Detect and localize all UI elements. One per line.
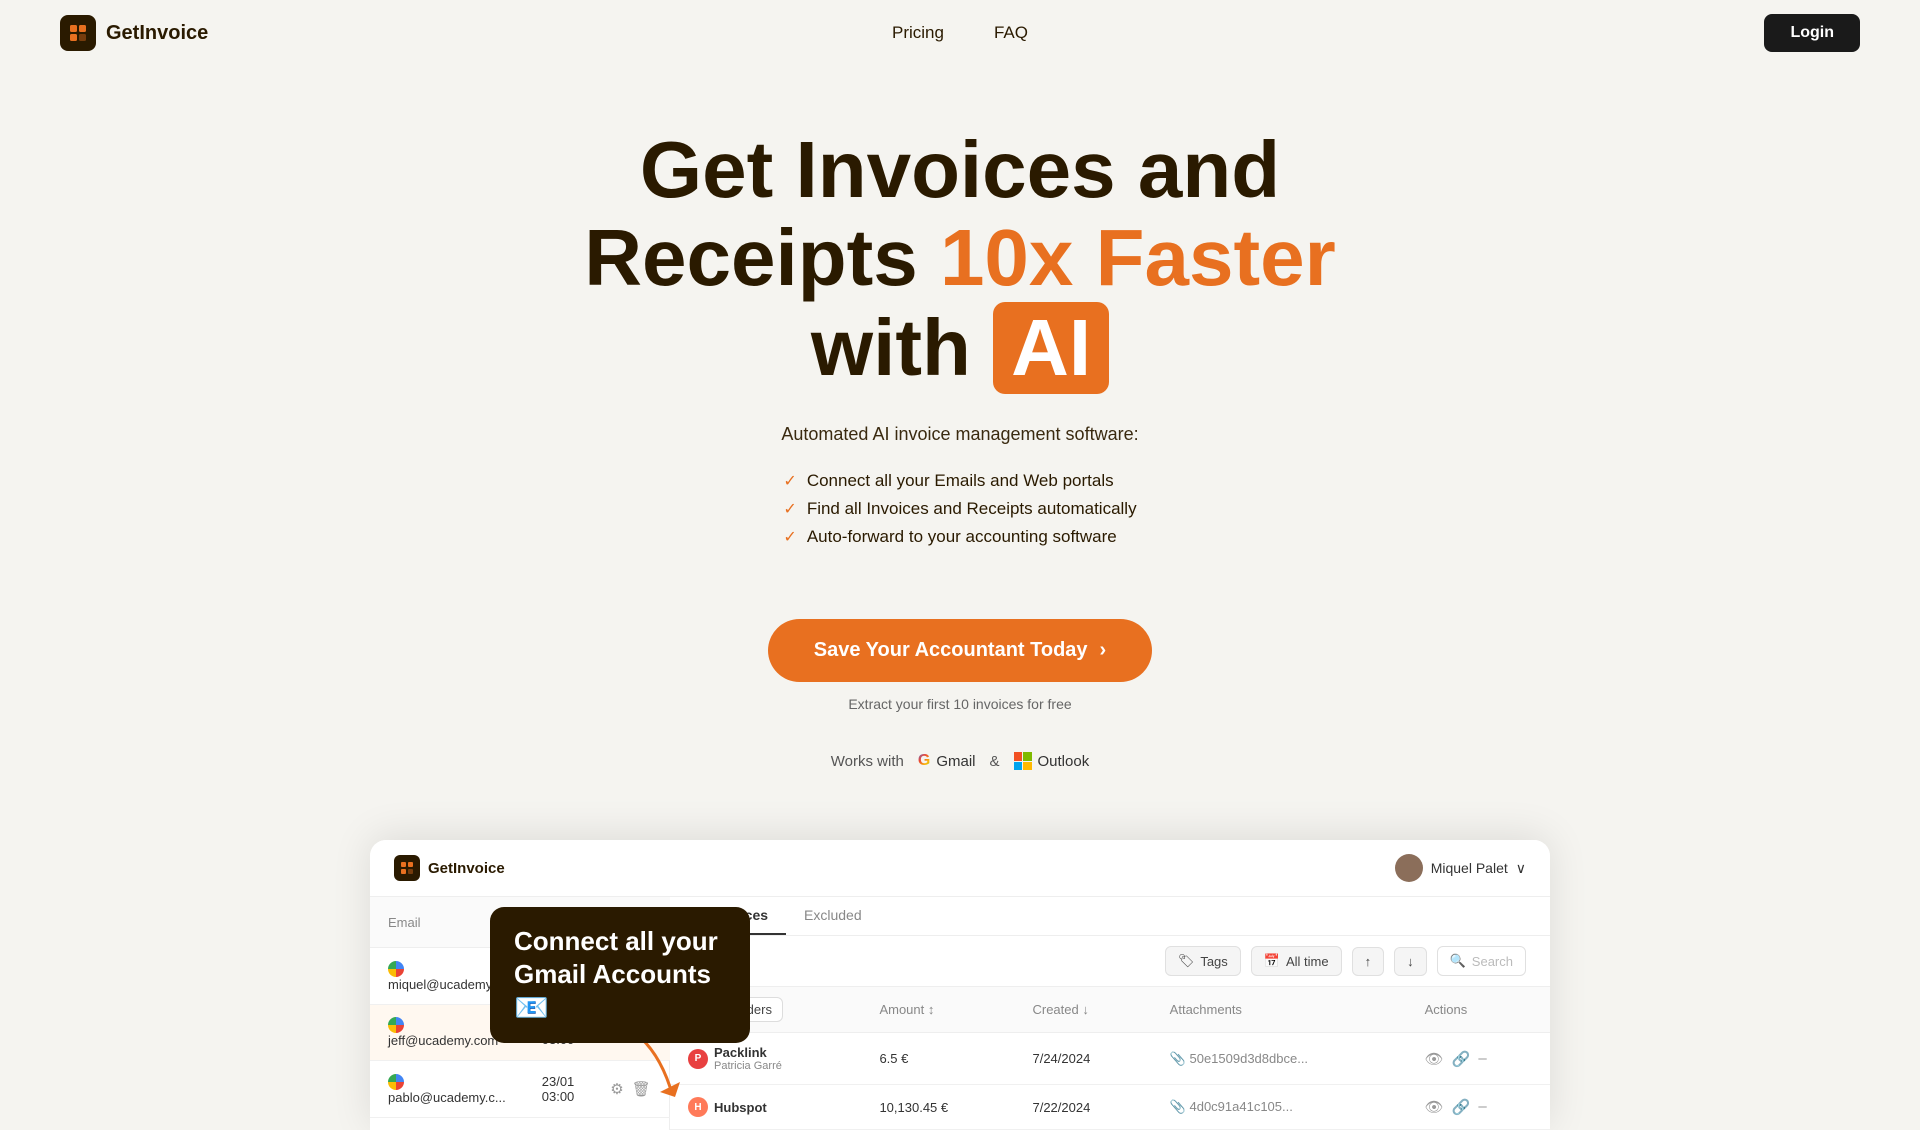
ai-badge: AI — [993, 302, 1109, 394]
actions-col-header: Actions — [1407, 987, 1550, 1033]
app-header: GetInvoice Miquel Palet ∨ — [370, 840, 1550, 897]
works-with-label: Works with — [831, 753, 904, 770]
time-filter-button[interactable]: 📅 All time — [1251, 946, 1342, 976]
amount-col-header: Amount ↕ — [861, 987, 1014, 1033]
app-preview: GetInvoice Miquel Palet ∨ Connect all yo… — [370, 840, 1550, 1130]
outlook-icon — [1014, 752, 1032, 770]
remove-icon[interactable]: – — [1478, 1098, 1486, 1116]
search-icon: 🔍 — [1450, 953, 1466, 969]
outlook-badge: Outlook — [1014, 752, 1090, 770]
download-button[interactable]: ↓ — [1394, 947, 1427, 976]
calendar-icon: 📅 — [1264, 953, 1280, 969]
invoice-table: All Providers Amount ↕ Created ↓ Attachm… — [670, 987, 1550, 1130]
tag-icon: 🏷 — [1178, 953, 1195, 969]
hero-section: Get Invoices and Receipts 10x Faster wit… — [0, 66, 1920, 840]
table-toolbar: 🏷 Tags 📅 All time ↑ ↓ — [670, 936, 1550, 987]
hubspot-icon: H — [688, 1097, 708, 1117]
nav-link-faq[interactable]: FAQ — [994, 23, 1028, 43]
view-icon[interactable]: 👁 — [1425, 1050, 1444, 1068]
user-name: Miquel Palet — [1431, 860, 1508, 876]
user-avatar — [1395, 854, 1423, 882]
attachments-col-header: Attachments — [1152, 987, 1407, 1033]
view-icon[interactable]: 👁 — [1425, 1098, 1444, 1116]
check-icon-2: ✓ — [783, 499, 796, 519]
link-icon[interactable]: 🔗 — [1452, 1050, 1471, 1068]
gmail-tooltip: Connect all your Gmail Accounts 📧 — [490, 907, 750, 1043]
feature-item-3: ✓ Auto-forward to your accounting softwa… — [783, 527, 1136, 547]
app-logo-icon — [394, 855, 420, 881]
download-icon: ↓ — [1407, 954, 1414, 969]
logo: GetInvoice — [60, 15, 208, 51]
table-row: H Hubspot 10,130.45 € 7/22/2024 � — [670, 1085, 1550, 1130]
gmail-badge: G Gmail — [918, 752, 976, 770]
delete-icon[interactable]: 🗑 — [632, 1080, 651, 1098]
hero-headline: Get Invoices and Receipts 10x Faster wit… — [510, 126, 1410, 394]
feature-item-2: ✓ Find all Invoices and Receipts automat… — [783, 499, 1136, 519]
chevron-down-icon: ∨ — [1516, 860, 1526, 877]
table-row: pablo@ucademy.c... 23/01 03:00 ⚙ 🗑 — [370, 1061, 671, 1118]
google-icon — [388, 1074, 404, 1090]
google-icon — [388, 1017, 404, 1033]
logo-icon — [60, 15, 96, 51]
envelope-icon: 📧 — [514, 992, 549, 1023]
app-logo: GetInvoice — [394, 855, 505, 881]
feature-item-1: ✓ Connect all your Emails and Web portal… — [783, 471, 1136, 491]
email-cell: pablo@ucademy.c... — [370, 1061, 524, 1118]
link-icon[interactable]: 🔗 — [1452, 1098, 1471, 1116]
search-box: 🔍 Search — [1437, 946, 1526, 976]
feature-list: ✓ Connect all your Emails and Web portal… — [783, 463, 1136, 555]
table-tabs: Invoices Excluded — [670, 897, 1550, 936]
tags-button[interactable]: 🏷 Tags — [1165, 946, 1241, 976]
hero-subtitle: Automated AI invoice management software… — [710, 424, 1210, 445]
export-button[interactable]: ↑ — [1352, 947, 1385, 976]
nav-link-pricing[interactable]: Pricing — [892, 23, 944, 43]
tab-excluded[interactable]: Excluded — [786, 897, 880, 935]
remove-icon[interactable]: – — [1478, 1050, 1486, 1068]
app-user: Miquel Palet ∨ — [1395, 854, 1526, 882]
upload-icon: ↑ — [1365, 954, 1372, 969]
logo-text: GetInvoice — [106, 22, 208, 45]
nav-links: Pricing FAQ — [892, 23, 1028, 43]
check-icon-1: ✓ — [783, 471, 796, 491]
navbar: GetInvoice Pricing FAQ Login — [0, 0, 1920, 66]
settings-icon[interactable]: ⚙ — [610, 1080, 623, 1098]
check-icon-3: ✓ — [783, 527, 796, 547]
cta-button[interactable]: Save Your Accountant Today › — [768, 619, 1152, 682]
invoices-panel: Invoices Excluded 🏷 Tags 📅 All time — [670, 897, 1550, 1130]
cta-label: Save Your Accountant Today — [814, 639, 1088, 662]
gmail-g-icon: G — [918, 752, 930, 770]
works-with: Works with G Gmail & Outlook — [20, 752, 1900, 770]
attachment-icon: 📎 — [1170, 1099, 1186, 1114]
google-icon — [388, 961, 404, 977]
created-col-header: Created ↓ — [1014, 987, 1151, 1033]
login-button[interactable]: Login — [1764, 14, 1860, 52]
attachment-icon: 📎 — [1170, 1051, 1186, 1066]
table-row: P Packlink Patricia Garré 6.5 € 7/24/202… — [670, 1033, 1550, 1085]
cta-subtext: Extract your first 10 invoices for free — [20, 696, 1900, 712]
arrow-icon: › — [1100, 639, 1107, 662]
packlink-icon: P — [688, 1049, 708, 1069]
provider-cell: H Hubspot — [670, 1085, 861, 1130]
